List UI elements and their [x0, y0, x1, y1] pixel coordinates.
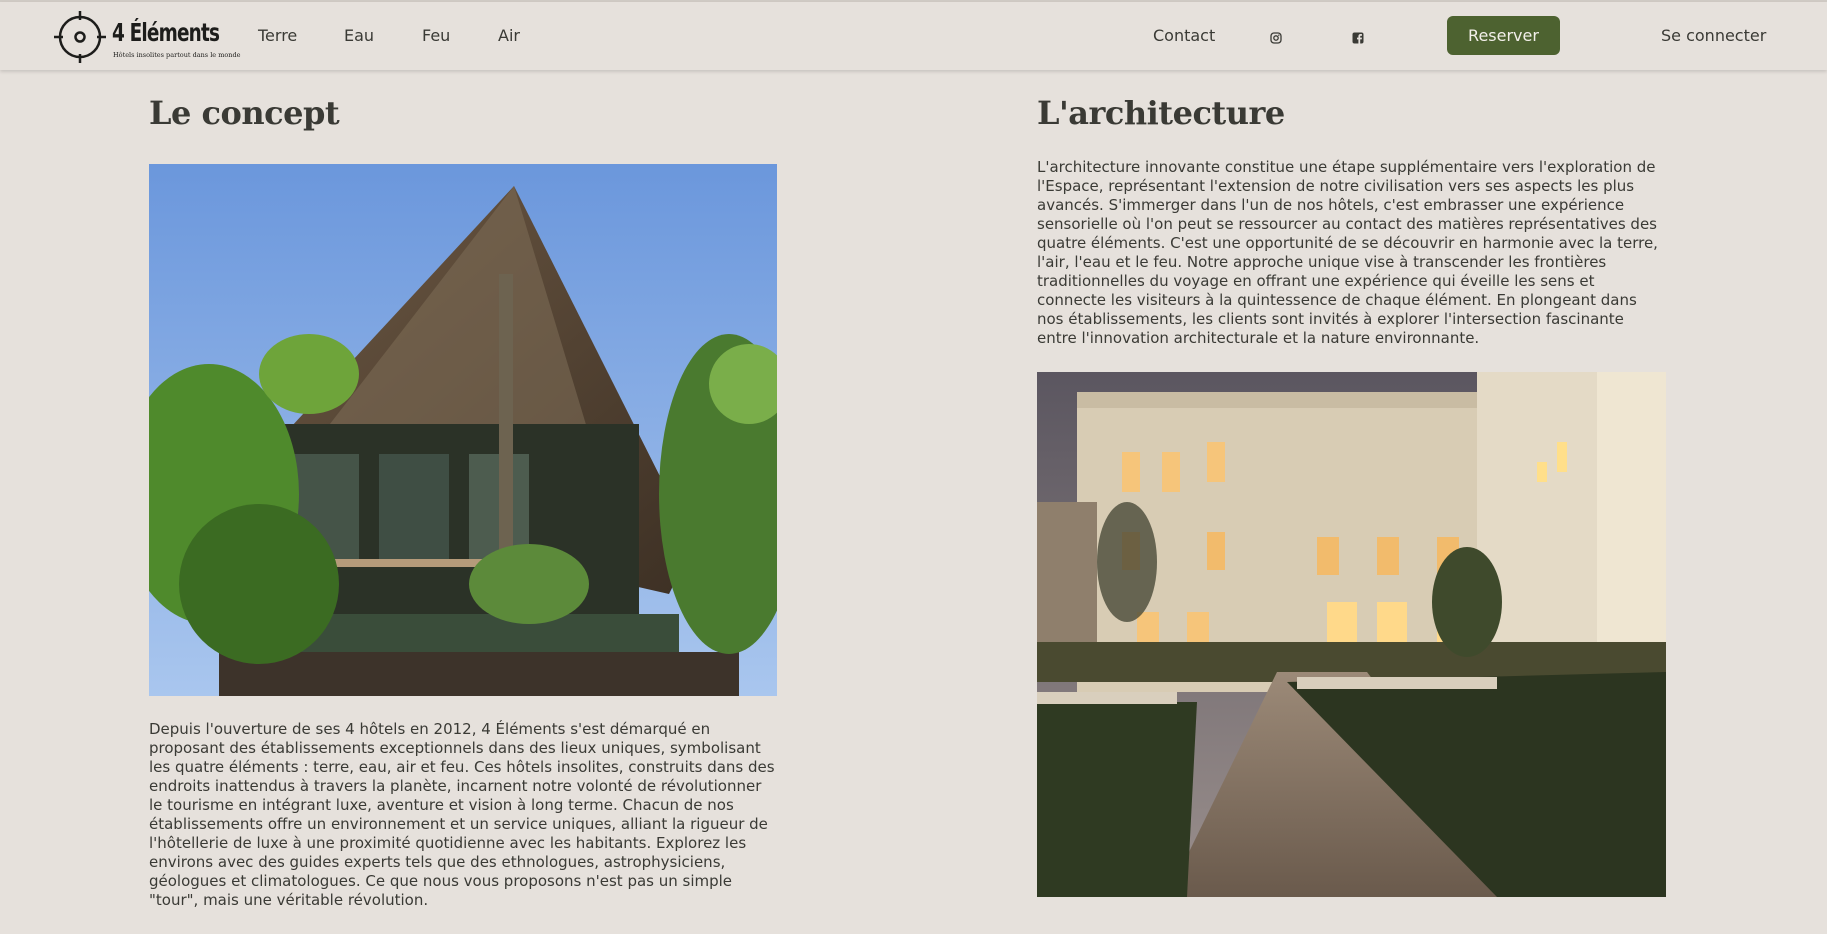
concept-title: Le concept [149, 94, 340, 132]
architecture-text: L'architecture innovante constitue une é… [1037, 158, 1658, 347]
target-logo-icon [54, 11, 106, 63]
site-header: 4 Éléments Hôtels insolites partout dans… [0, 2, 1827, 70]
concept-photo [149, 164, 777, 696]
reserve-button[interactable]: Reserver [1447, 16, 1560, 55]
contact-link[interactable]: Contact [1153, 26, 1215, 45]
facebook-icon[interactable] [1352, 29, 1364, 44]
brand-name: 4 Éléments [112, 18, 220, 47]
nav-feu[interactable]: Feu [422, 26, 450, 45]
concept-text: Depuis l'ouverture de ses 4 hôtels en 20… [149, 720, 775, 909]
login-link[interactable]: Se connecter [1661, 26, 1766, 45]
architecture-title: L'architecture [1037, 94, 1285, 132]
brand-tagline: Hôtels insolites partout dans le monde [113, 51, 241, 59]
logo[interactable]: 4 Éléments Hôtels insolites partout dans… [54, 10, 240, 64]
nav-air[interactable]: Air [498, 26, 520, 45]
instagram-icon[interactable] [1270, 29, 1282, 44]
nav-terre[interactable]: Terre [258, 26, 297, 45]
architecture-photo [1037, 372, 1666, 897]
nav-eau[interactable]: Eau [344, 26, 374, 45]
